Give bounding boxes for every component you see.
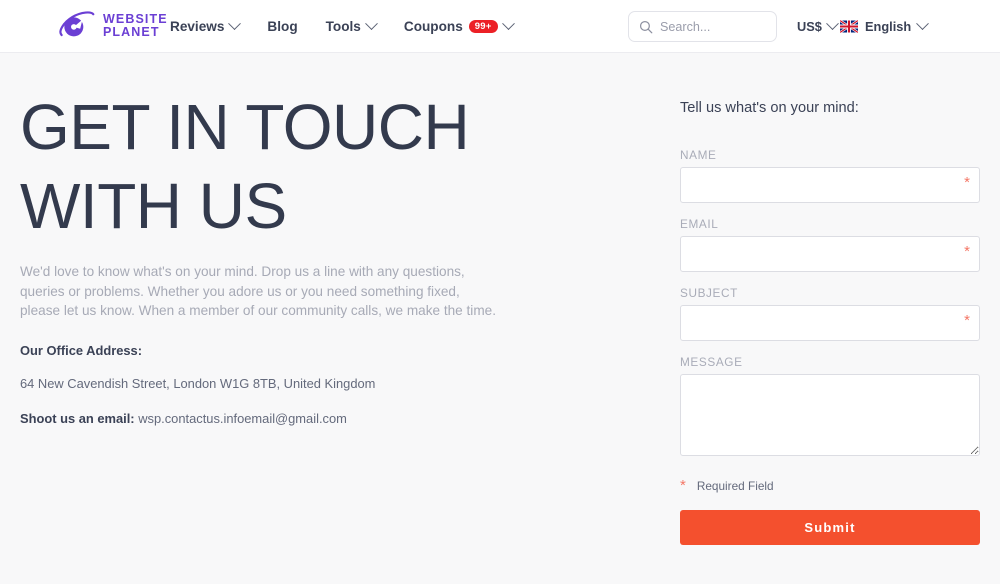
nav-item-coupons[interactable]: Coupons 99+ — [403, 17, 515, 34]
hero-section: GET IN TOUCH WITH US We'd love to know w… — [20, 88, 520, 426]
label-email: EMAIL — [680, 217, 719, 231]
office-address-value: 64 New Cavendish Street, London W1G 8TB,… — [20, 375, 376, 391]
label-message: MESSAGE — [680, 355, 743, 369]
main-navigation: Reviews Blog Tools Coupons 99+ — [170, 0, 515, 53]
nav-label-coupons: Coupons — [403, 19, 463, 34]
uk-flag-icon — [840, 20, 858, 33]
chevron-down-icon — [228, 17, 242, 31]
field-message: MESSAGE — [680, 355, 980, 456]
chevron-down-icon — [916, 17, 930, 31]
coupons-count-badge: 99+ — [468, 19, 498, 34]
search-box[interactable]: Search... — [628, 11, 777, 42]
subject-input[interactable] — [680, 305, 980, 341]
language-label: English — [865, 19, 912, 34]
chevron-down-icon — [826, 17, 839, 31]
site-logo[interactable]: WEBSITE PLANET — [58, 11, 168, 41]
required-asterisk-legend: * — [680, 477, 686, 494]
field-subject: SUBJECT * — [680, 286, 980, 341]
required-field-note: * Required Field — [680, 478, 980, 493]
logo-line-2: PLANET — [103, 25, 160, 39]
input-wrap-subject: * — [680, 305, 980, 341]
name-input[interactable] — [680, 167, 980, 203]
office-address-title: Our Office Address: — [20, 342, 143, 358]
office-address-block: Our Office Address: 64 New Cavendish Str… — [20, 343, 520, 391]
planet-logo-icon — [59, 11, 95, 37]
search-placeholder: Search... — [660, 19, 711, 34]
form-title: Tell us what's on your mind: — [680, 100, 859, 116]
email-input[interactable] — [680, 236, 980, 272]
language-selector[interactable]: English — [840, 0, 930, 53]
nav-item-blog[interactable]: Blog — [267, 19, 297, 34]
label-name: NAME — [680, 148, 717, 162]
currency-label: US$ — [797, 19, 822, 34]
nav-label-reviews: Reviews — [170, 19, 225, 34]
email-block: Shoot us an email: wsp.contactus.infoema… — [20, 411, 520, 426]
page-title: GET IN TOUCH WITH US — [20, 91, 470, 242]
nav-item-tools[interactable]: Tools — [325, 17, 378, 34]
input-wrap-name: * — [680, 167, 980, 203]
input-wrap-email: * — [680, 236, 980, 272]
contact-form: Tell us what's on your mind: NAME * EMAI… — [680, 100, 980, 545]
required-field-text: Required Field — [696, 478, 774, 493]
nav-label-blog: Blog — [267, 19, 298, 34]
message-textarea[interactable] — [680, 374, 980, 456]
label-subject: SUBJECT — [680, 286, 738, 300]
chevron-down-icon — [501, 17, 515, 31]
nav-label-tools: Tools — [325, 19, 361, 34]
field-name: NAME * — [680, 148, 980, 203]
email-value[interactable]: wsp.contactus.infoemail@gmail.com — [138, 411, 347, 426]
site-header: WEBSITE PLANET Reviews Blog Tools Coupon… — [0, 0, 1000, 53]
currency-selector[interactable]: US$ — [797, 0, 839, 53]
hero-intro-text: We'd love to know what's on your mind. D… — [20, 264, 496, 318]
nav-item-reviews[interactable]: Reviews — [170, 17, 242, 34]
submit-button[interactable]: Submit — [680, 510, 980, 545]
logo-wordmark: WEBSITE PLANET — [103, 13, 168, 39]
search-icon — [639, 20, 653, 33]
email-label: Shoot us an email: — [20, 410, 135, 426]
chevron-down-icon — [365, 17, 378, 31]
field-email: EMAIL * — [680, 217, 980, 272]
